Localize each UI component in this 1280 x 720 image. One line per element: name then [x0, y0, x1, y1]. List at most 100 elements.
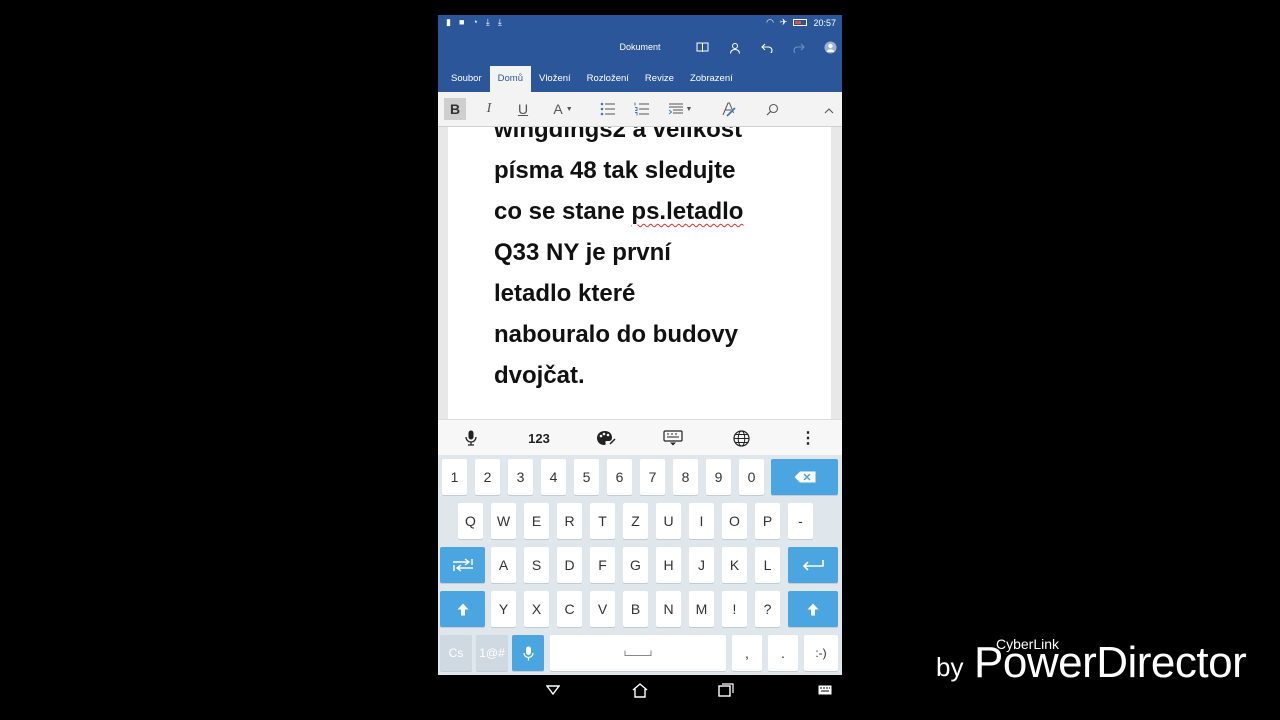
- key-g[interactable]: G: [623, 547, 648, 583]
- tab-vlozeni[interactable]: Vložení: [531, 66, 579, 92]
- tab-rozlozeni[interactable]: Rozložení: [579, 66, 637, 92]
- key-2[interactable]: 2: [475, 459, 500, 495]
- account-avatar-icon[interactable]: [823, 40, 838, 55]
- key-u[interactable]: U: [656, 503, 681, 539]
- microphone-icon: [465, 430, 477, 446]
- hide-keyboard-button[interactable]: [662, 420, 684, 456]
- undo-icon[interactable]: [759, 40, 774, 55]
- misspelled-word[interactable]: ps.letadlo: [631, 198, 743, 225]
- symbols-key[interactable]: 1@#: [476, 635, 508, 671]
- key-5[interactable]: 5: [574, 459, 599, 495]
- notification-icon: ▮: [446, 17, 451, 27]
- key-7[interactable]: 7: [640, 459, 665, 495]
- key-6[interactable]: 6: [607, 459, 632, 495]
- key-k[interactable]: K: [722, 547, 747, 583]
- backspace-icon: [794, 471, 815, 483]
- key-w[interactable]: W: [491, 503, 516, 539]
- paragraph-format-button[interactable]: ▼: [666, 98, 694, 120]
- emoticon-key[interactable]: :-): [804, 635, 838, 671]
- tab-key[interactable]: [440, 547, 485, 583]
- key-q[interactable]: Q: [458, 503, 483, 539]
- tab-soubor[interactable]: Soubor: [443, 66, 490, 92]
- bullet-list-button[interactable]: [598, 98, 618, 120]
- key-t[interactable]: T: [590, 503, 615, 539]
- watermark-product: PowerDirector: [974, 638, 1247, 687]
- tab-zobrazeni[interactable]: Zobrazení: [682, 66, 741, 92]
- more-options-button[interactable]: ⋮: [798, 420, 818, 456]
- globe-icon: [732, 429, 750, 447]
- key-3[interactable]: 3: [508, 459, 533, 495]
- key-m[interactable]: M: [689, 591, 714, 627]
- key-j[interactable]: J: [689, 547, 714, 583]
- back-button[interactable]: [544, 681, 562, 699]
- styles-button[interactable]: [718, 98, 740, 120]
- tab-revize[interactable]: Revize: [637, 66, 682, 92]
- document-canvas[interactable]: wingdings2 a velikost písma 48 tak sledu…: [438, 127, 842, 432]
- bullet-list-icon: [600, 102, 615, 116]
- key-h[interactable]: H: [656, 547, 681, 583]
- font-color-button[interactable]: A ▼: [550, 98, 576, 120]
- key-9[interactable]: 9: [706, 459, 731, 495]
- key-4[interactable]: 4: [541, 459, 566, 495]
- theme-button[interactable]: [594, 420, 618, 456]
- key-z[interactable]: Z: [623, 503, 648, 539]
- share-icon[interactable]: [727, 40, 742, 55]
- read-mode-icon[interactable]: [695, 40, 710, 55]
- keyboard-icon: [818, 685, 832, 695]
- collapse-ribbon-icon[interactable]: [820, 100, 838, 122]
- more-vertical-icon: ⋮: [800, 430, 816, 447]
- numbers-toggle-button[interactable]: 123: [522, 420, 556, 456]
- key-v[interactable]: V: [590, 591, 615, 627]
- airplane-icon: ✈: [779, 17, 788, 27]
- key-n[interactable]: N: [656, 591, 681, 627]
- key-r[interactable]: R: [557, 503, 582, 539]
- key-f[interactable]: F: [590, 547, 615, 583]
- shift-key-right[interactable]: [788, 591, 838, 627]
- key-p[interactable]: P: [755, 503, 780, 539]
- key-period[interactable]: .: [768, 635, 798, 671]
- key-l[interactable]: L: [755, 547, 780, 583]
- key-b[interactable]: B: [623, 591, 648, 627]
- tab-domu[interactable]: Domů: [489, 66, 531, 92]
- mic-key[interactable]: [512, 635, 544, 671]
- backspace-key[interactable]: [771, 459, 838, 495]
- document-page[interactable]: wingdings2 a velikost písma 48 tak sledu…: [448, 127, 831, 432]
- search-button[interactable]: [762, 98, 782, 120]
- key-comma[interactable]: ,: [732, 635, 762, 671]
- home-button[interactable]: [631, 681, 649, 699]
- key-o[interactable]: O: [722, 503, 747, 539]
- recent-apps-button[interactable]: [717, 681, 735, 699]
- voice-input-button[interactable]: [460, 420, 482, 456]
- keyboard-switch-button[interactable]: [816, 681, 834, 699]
- key-8[interactable]: 8: [673, 459, 698, 495]
- key-e[interactable]: E: [524, 503, 549, 539]
- shift-key-left[interactable]: [440, 591, 485, 627]
- language-switch-key[interactable]: Cs: [440, 635, 472, 671]
- home-icon: [632, 682, 648, 698]
- key-d[interactable]: D: [557, 547, 582, 583]
- key-exclamation[interactable]: !: [722, 591, 747, 627]
- numbered-list-button[interactable]: [632, 98, 652, 120]
- key-1[interactable]: 1: [442, 459, 467, 495]
- redo-icon[interactable]: [791, 40, 806, 55]
- key-s[interactable]: S: [524, 547, 549, 583]
- key-y[interactable]: Y: [491, 591, 516, 627]
- key-question[interactable]: ?: [755, 591, 780, 627]
- bold-button[interactable]: B: [444, 98, 466, 120]
- language-button[interactable]: [730, 420, 752, 456]
- download-icon: ⤓: [485, 17, 490, 27]
- key-a[interactable]: A: [491, 547, 516, 583]
- key-c[interactable]: C: [557, 591, 582, 627]
- italic-button[interactable]: I: [480, 98, 498, 120]
- battery-icon: [793, 19, 808, 26]
- underline-button[interactable]: U: [514, 98, 532, 120]
- key-x[interactable]: X: [524, 591, 549, 627]
- key-i[interactable]: I: [689, 503, 714, 539]
- key-dash[interactable]: -: [788, 503, 813, 539]
- space-key[interactable]: [550, 635, 726, 671]
- document-body-text[interactable]: wingdings2 a velikost písma 48 tak sledu…: [494, 127, 824, 396]
- key-0[interactable]: 0: [739, 459, 764, 495]
- watermark-by: by: [936, 652, 964, 682]
- chevron-down-icon: ▼: [565, 105, 573, 113]
- enter-key[interactable]: [788, 547, 838, 583]
